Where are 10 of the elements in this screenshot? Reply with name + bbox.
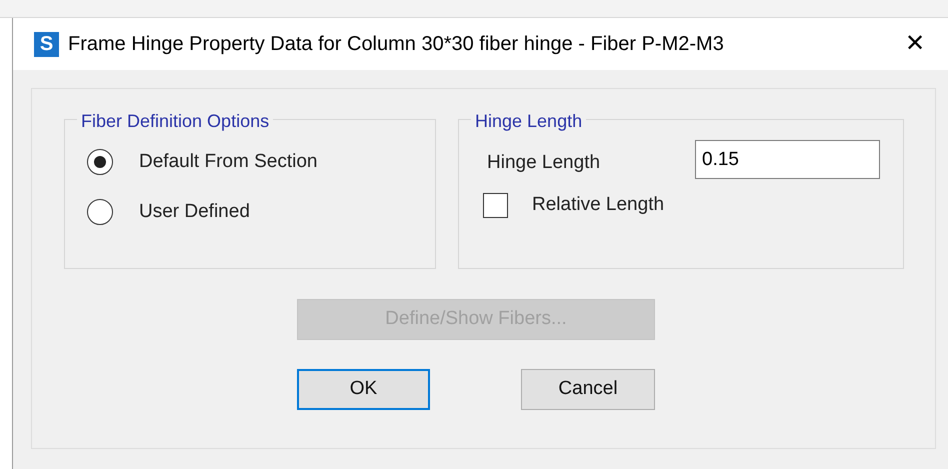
field-label: Hinge Length	[487, 151, 602, 176]
radio-option[interactable]: User Defined	[87, 198, 435, 226]
app-logo-icon: S	[34, 32, 59, 56]
relative-length-checkbox[interactable]: Relative Length	[483, 191, 903, 220]
ok-button[interactable]: OK	[297, 369, 430, 410]
window-title: Frame Hinge Property Data for Column 30*30 fiber hinge - Fiber P-M2-M3	[68, 32, 725, 57]
cancel-button[interactable]: Cancel	[521, 369, 655, 410]
radio-option[interactable]: Default From Section	[87, 148, 435, 176]
hinge-length-field[interactable]: 0.15	[695, 140, 880, 179]
close-button[interactable]: ✕	[900, 26, 930, 62]
